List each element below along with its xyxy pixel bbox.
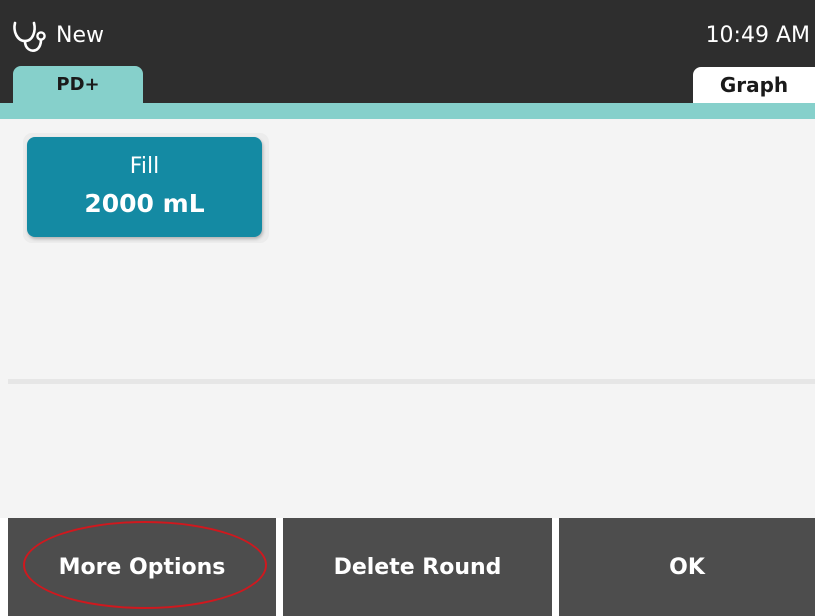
tab-graph[interactable]: Graph <box>693 67 815 103</box>
header: New 10:49 AM <box>0 0 815 66</box>
divider <box>8 379 815 384</box>
stethoscope-icon <box>13 21 46 52</box>
fill-label: Fill <box>129 154 160 179</box>
top-bar: New 10:49 AM PD+ Graph <box>0 0 815 103</box>
ok-button[interactable]: OK <box>559 518 815 616</box>
fill-volume: 2000 mL <box>84 189 205 218</box>
tab-strip <box>0 103 815 119</box>
fill-card: Fill 2000 mL <box>23 133 269 243</box>
screen-title: New <box>56 23 104 48</box>
fill-button[interactable]: Fill 2000 mL <box>27 137 262 237</box>
tab-pd-plus[interactable]: PD+ <box>13 66 143 103</box>
delete-round-button[interactable]: Delete Round <box>283 518 552 616</box>
bottom-bar: More Options Delete Round OK <box>0 518 815 616</box>
clock-time: 10:49 AM <box>705 23 810 48</box>
more-options-button[interactable]: More Options <box>8 518 276 616</box>
